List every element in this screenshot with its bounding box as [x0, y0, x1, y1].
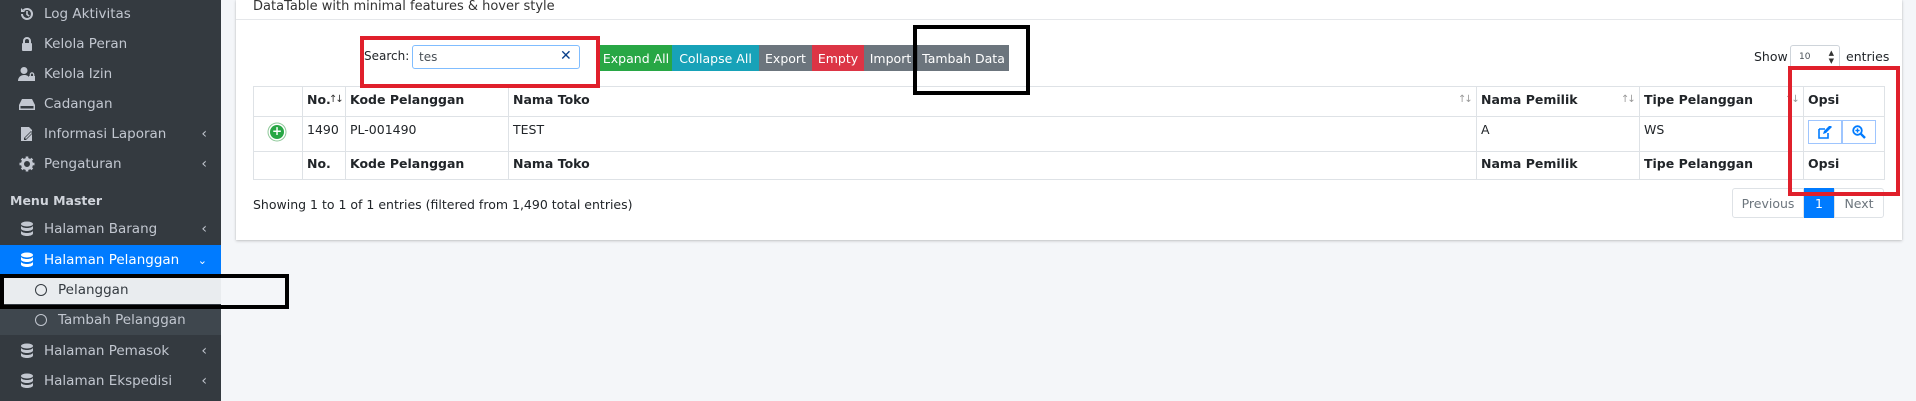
- sidebar-item-halaman-pemasok[interactable]: Halaman Pemasok ‹: [0, 337, 221, 365]
- sidebar-subitem-tambah-pelanggan[interactable]: Tambah Pelanggan: [0, 305, 221, 335]
- sidebar-item-informasi-laporan[interactable]: Informasi Laporan ‹: [0, 120, 221, 148]
- sidebar-section-header: Menu Master: [10, 193, 102, 208]
- history-icon: [18, 5, 36, 23]
- col-divider: [1639, 86, 1640, 180]
- sidebar-item-log-aktivitas[interactable]: Log Aktivitas: [0, 0, 221, 28]
- chevron-down-icon: ⌄: [197, 253, 207, 267]
- cell-kode-pelanggan: PL-001490: [350, 122, 417, 137]
- database-icon: [18, 220, 36, 238]
- sidebar-item-label: Kelola Peran: [44, 36, 128, 52]
- entries-label: entries: [1846, 49, 1890, 64]
- cell-tipe-pelanggan: WS: [1644, 122, 1665, 137]
- sidebar-item-label: Log Aktivitas: [44, 6, 131, 22]
- lock-icon: [18, 35, 36, 53]
- th-nama-toko[interactable]: Nama Toko: [513, 92, 590, 107]
- database-icon: [18, 251, 36, 269]
- col-divider: [508, 86, 509, 180]
- sort-icon: ↑↓: [1621, 94, 1636, 105]
- col-divider: [1476, 86, 1477, 180]
- sidebar-item-label: Halaman Pemasok: [44, 343, 170, 359]
- import-button[interactable]: Import: [864, 45, 917, 71]
- database-icon: [18, 342, 36, 360]
- row-divider: [253, 151, 1885, 152]
- export-button[interactable]: Export: [759, 45, 812, 71]
- annotation-box-tambah-data: [913, 25, 1030, 95]
- tf-no: No.: [307, 156, 331, 171]
- cell-nama-pemilik: A: [1481, 122, 1490, 137]
- chevron-left-icon: ‹: [201, 373, 207, 389]
- sidebar-item-label: Halaman Ekspedisi: [44, 373, 173, 389]
- sidebar-item-label: Cadangan: [44, 96, 113, 112]
- report-icon: [18, 125, 36, 143]
- sort-desc-icon: ↑↓: [329, 94, 344, 105]
- sidebar-item-kelola-izin[interactable]: Kelola Izin: [0, 60, 221, 88]
- chevron-left-icon: ‹: [201, 343, 207, 359]
- chevron-left-icon: ‹: [201, 156, 207, 172]
- sidebar: Log Aktivitas Kelola Peran Kelola Izin C…: [0, 0, 221, 401]
- col-divider: [302, 86, 303, 180]
- sidebar-item-label: Informasi Laporan: [44, 126, 167, 142]
- annotation-box-opsi: [1788, 66, 1900, 196]
- chevron-left-icon: ‹: [201, 126, 207, 142]
- annotation-box-search: [360, 36, 600, 88]
- chevron-left-icon: ‹: [201, 221, 207, 237]
- header-divider: [253, 116, 1885, 117]
- sidebar-item-label: Halaman Pelanggan: [44, 252, 180, 268]
- th-kode-pelanggan[interactable]: Kode Pelanggan: [350, 92, 464, 107]
- sidebar-item-halaman-barang[interactable]: Halaman Barang ‹: [0, 215, 221, 243]
- gear-icon: [18, 155, 36, 173]
- th-no[interactable]: No.: [307, 92, 331, 107]
- tf-kode-pelanggan: Kode Pelanggan: [350, 156, 465, 171]
- card-title: DataTable with minimal features & hover …: [253, 0, 555, 14]
- tf-tipe-pelanggan: Tipe Pelanggan: [1644, 156, 1754, 171]
- data-table: [253, 86, 1885, 180]
- tf-nama-toko: Nama Toko: [513, 156, 590, 171]
- card-divider: [236, 19, 1902, 20]
- sidebar-item-cadangan[interactable]: Cadangan: [0, 90, 221, 118]
- user-lock-icon: [18, 65, 36, 83]
- spinner-arrows-icon: ▲ ▼: [1828, 49, 1834, 65]
- col-divider: [345, 86, 346, 180]
- th-nama-pemilik[interactable]: Nama Pemilik: [1481, 92, 1578, 107]
- sort-icon: ↑↓: [1458, 94, 1473, 105]
- sidebar-item-label: Tambah Pelanggan: [58, 312, 186, 328]
- sidebar-item-label: Halaman Barang: [44, 221, 158, 237]
- th-tipe-pelanggan[interactable]: Tipe Pelanggan: [1644, 92, 1753, 107]
- sidebar-item-halaman-pelanggan[interactable]: Halaman Pelanggan ⌄: [0, 245, 221, 275]
- annotation-box-pelanggan: [0, 274, 289, 309]
- table-info: Showing 1 to 1 of 1 entries (filtered fr…: [253, 197, 633, 212]
- database-icon: [18, 372, 36, 390]
- sidebar-item-pengaturan[interactable]: Pengaturan ‹: [0, 150, 221, 178]
- sidebar-item-halaman-ekspedisi[interactable]: Halaman Ekspedisi ‹: [0, 367, 221, 395]
- page-size-value: 10: [1799, 52, 1811, 62]
- sidebar-item-kelola-peran[interactable]: Kelola Peran: [0, 30, 221, 58]
- hdd-icon: [18, 95, 36, 113]
- cell-no: 1490: [307, 122, 339, 137]
- empty-button[interactable]: Empty: [812, 45, 864, 71]
- sidebar-item-label: Kelola Izin: [44, 66, 113, 82]
- expand-row-icon[interactable]: +: [270, 125, 284, 139]
- tf-nama-pemilik: Nama Pemilik: [1481, 156, 1578, 171]
- expand-all-button[interactable]: Expand All: [600, 45, 672, 71]
- cell-nama-toko: TEST: [513, 122, 545, 137]
- sidebar-item-label: Pengaturan: [44, 156, 122, 172]
- collapse-all-button[interactable]: Collapse All: [672, 45, 759, 71]
- show-label: Show: [1754, 49, 1788, 64]
- circle-icon: [32, 311, 50, 329]
